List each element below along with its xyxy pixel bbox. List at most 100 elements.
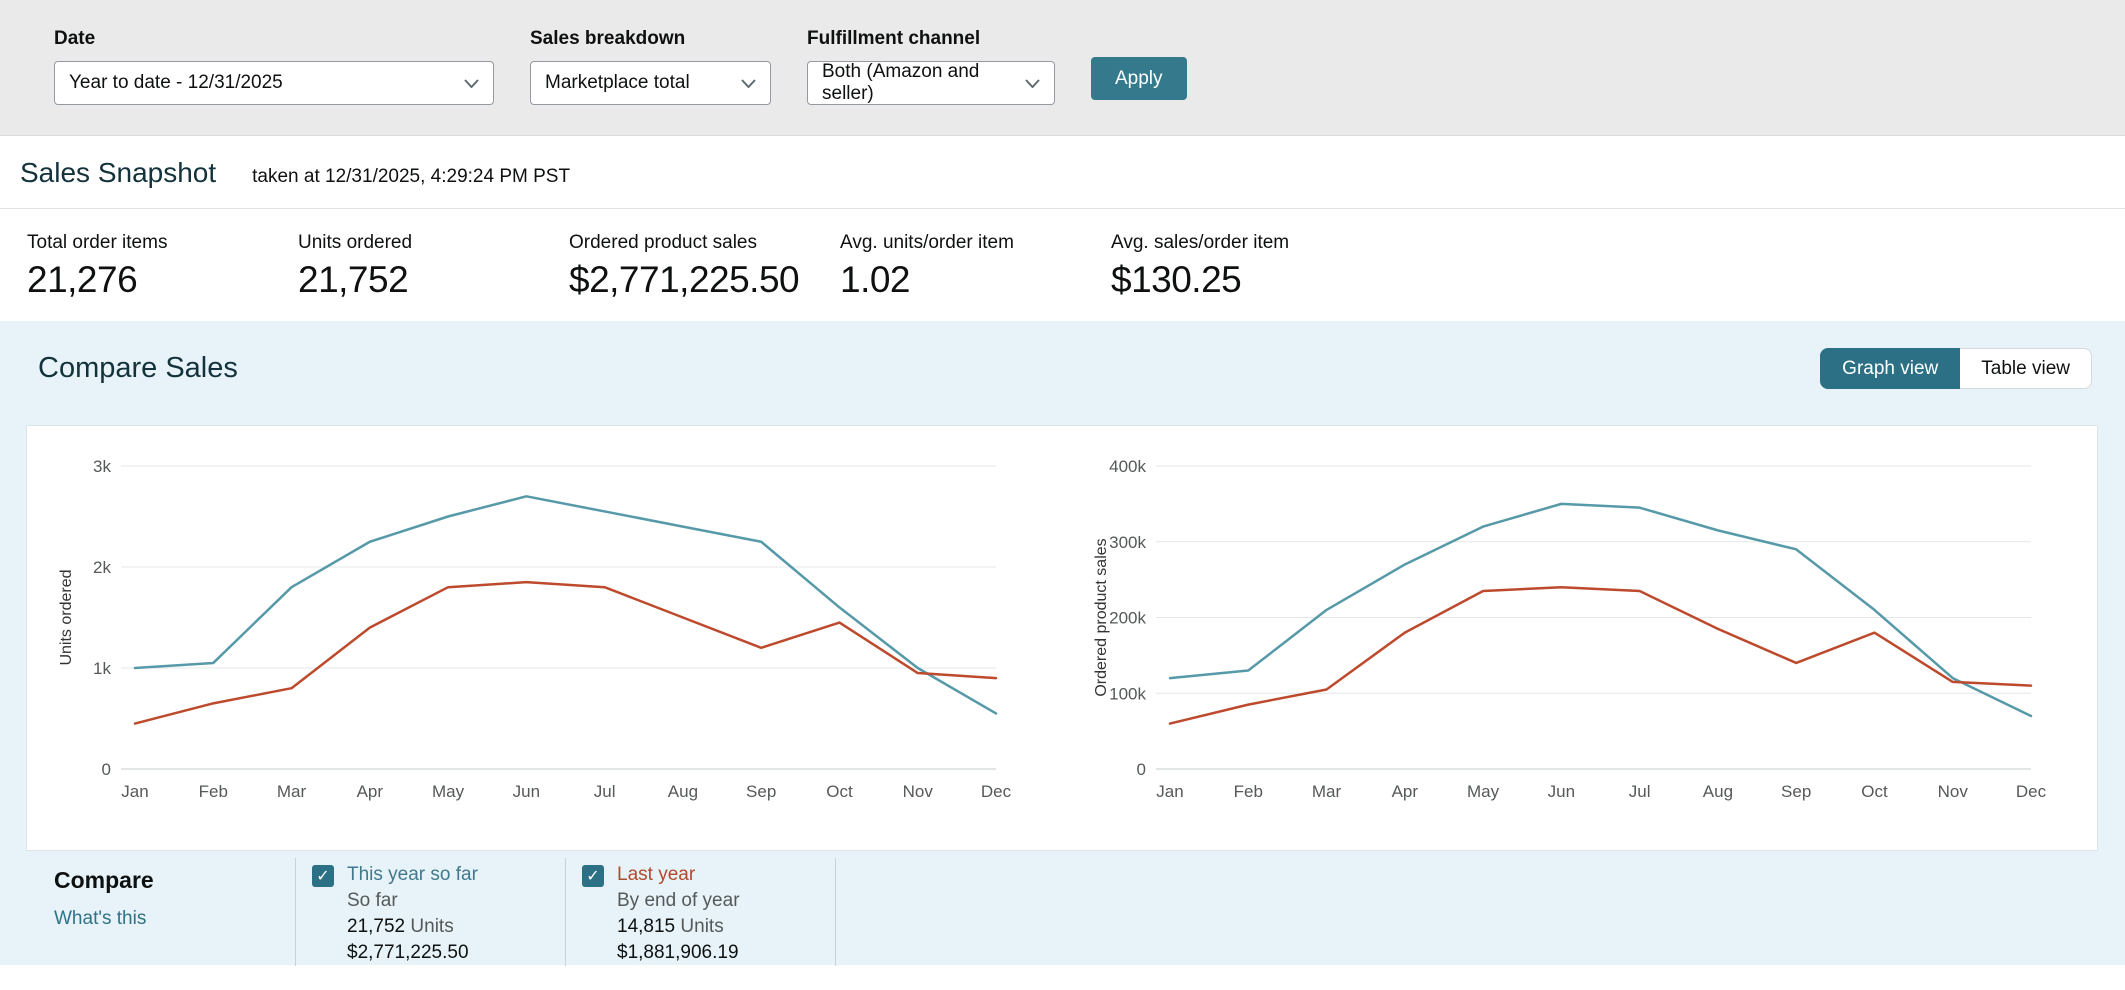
svg-text:Jan: Jan bbox=[121, 782, 148, 801]
snapshot-header: Sales Snapshot taken at 12/31/2025, 4:29… bbox=[0, 136, 2125, 209]
compare-sales-section: Compare Sales Graph view Table view 0 1k 2… bbox=[0, 321, 2125, 966]
metric-value: $2,771,225.50 bbox=[569, 259, 800, 300]
chevron-down-icon bbox=[741, 78, 756, 88]
ordered-product-sales-chart: 0 100k 200k 300k 400k Jan Feb Mar Apr May Jun Jul Au… bbox=[1093, 457, 2047, 801]
metric-label: Avg. units/order item bbox=[840, 232, 1014, 253]
metric-value: 21,276 bbox=[27, 259, 138, 300]
metric-label: Avg. sales/order item bbox=[1111, 232, 1290, 253]
date-filter-label: Date bbox=[54, 28, 96, 49]
svg-text:Mar: Mar bbox=[1312, 782, 1342, 801]
this-year-legend-text: This year so far So far 21,752 Units $2,… bbox=[347, 862, 478, 966]
sales-breakdown-select-value: Marketplace total bbox=[545, 72, 690, 93]
series-name: This year so far bbox=[347, 864, 478, 885]
metric-value: 1.02 bbox=[840, 259, 911, 300]
svg-text:Units ordered: Units ordered bbox=[58, 569, 75, 665]
svg-text:Nov: Nov bbox=[903, 782, 934, 801]
compare-title: Compare bbox=[54, 867, 154, 893]
svg-text:Ordered product sales: Ordered product sales bbox=[1093, 538, 1110, 696]
svg-text:2k: 2k bbox=[93, 558, 111, 577]
last-year-legend-text: Last year By end of year 14,815 Units $1… bbox=[617, 862, 740, 966]
view-toggle: Graph view Table view bbox=[1820, 348, 2092, 389]
metric-avg-units-per-order: Avg. units/order item 1.02 bbox=[840, 232, 1111, 321]
metric-label: Units ordered bbox=[298, 232, 413, 253]
svg-text:Jul: Jul bbox=[1629, 782, 1651, 801]
metric-avg-sales-per-order: Avg. sales/order item $130.25 bbox=[1111, 232, 1382, 321]
fulfillment-channel-label: Fulfillment channel bbox=[807, 28, 981, 49]
graph-view-button[interactable]: Graph view bbox=[1820, 348, 1961, 389]
svg-text:400k: 400k bbox=[1109, 457, 1146, 476]
svg-text:Nov: Nov bbox=[1938, 782, 1969, 801]
series-name: Last year bbox=[617, 864, 696, 885]
svg-text:Feb: Feb bbox=[1234, 782, 1263, 801]
metric-total-order-items: Total order items 21,276 bbox=[27, 232, 298, 321]
charts-panel: 0 1k 2k 3k Jan Feb Mar Apr May Jun Jul Aug Sep Oct Nov… bbox=[26, 425, 2098, 851]
whats-this-link[interactable]: What's this bbox=[54, 908, 146, 930]
svg-text:Aug: Aug bbox=[1703, 782, 1733, 801]
last-year-checkbox[interactable]: ✓ bbox=[582, 865, 604, 887]
chevron-down-icon bbox=[464, 78, 479, 88]
series-subtitle: So far bbox=[347, 890, 398, 911]
series-units: 14,815 Units bbox=[617, 916, 724, 937]
check-icon: ✓ bbox=[586, 868, 600, 885]
svg-text:Sep: Sep bbox=[1781, 782, 1811, 801]
svg-text:Apr: Apr bbox=[357, 782, 384, 801]
sales-breakdown-label: Sales breakdown bbox=[530, 28, 686, 49]
fulfillment-channel-select[interactable]: Both (Amazon and seller) bbox=[807, 61, 1055, 105]
sales-breakdown-select[interactable]: Marketplace total bbox=[530, 61, 771, 105]
series-subtitle: By end of year bbox=[617, 890, 740, 911]
series-sales: $2,771,225.50 bbox=[347, 942, 469, 963]
svg-text:1k: 1k bbox=[93, 659, 111, 678]
sales-breakdown-filter-group: Sales breakdown Marketplace total bbox=[530, 28, 771, 105]
fulfillment-channel-filter-group: Fulfillment channel Both (Amazon and sel… bbox=[807, 28, 1055, 105]
compare-sales-title: Compare Sales bbox=[38, 352, 238, 384]
svg-text:0: 0 bbox=[1137, 760, 1146, 779]
series-sales: $1,881,906.19 bbox=[617, 942, 739, 963]
snapshot-timestamp: taken at 12/31/2025, 4:29:24 PM PST bbox=[252, 166, 571, 187]
metric-label: Ordered product sales bbox=[569, 232, 757, 253]
metric-ordered-product-sales: Ordered product sales $2,771,225.50 bbox=[569, 232, 840, 321]
svg-text:Apr: Apr bbox=[1392, 782, 1419, 801]
svg-text:Dec: Dec bbox=[2016, 782, 2047, 801]
compare-sales-header: Compare Sales Graph view Table view bbox=[0, 348, 2125, 389]
svg-text:Mar: Mar bbox=[277, 782, 307, 801]
svg-text:Aug: Aug bbox=[668, 782, 698, 801]
compare-legend: Compare What's this ✓ This year so far S… bbox=[0, 858, 2125, 966]
svg-text:Dec: Dec bbox=[981, 782, 1012, 801]
table-view-button[interactable]: Table view bbox=[1960, 348, 2092, 389]
date-filter-group: Date Year to date - 12/31/2025 bbox=[54, 28, 494, 105]
date-select[interactable]: Year to date - 12/31/2025 bbox=[54, 61, 494, 105]
date-select-value: Year to date - 12/31/2025 bbox=[69, 72, 283, 93]
metrics-row: Total order items 21,276 Units ordered 2… bbox=[0, 209, 2125, 321]
svg-text:May: May bbox=[1467, 782, 1500, 801]
this-year-legend-item: ✓ This year so far So far 21,752 Units $… bbox=[295, 858, 565, 966]
sales-dashboard-page: Date Year to date - 12/31/2025 Sales bre… bbox=[0, 0, 2125, 966]
svg-text:Jul: Jul bbox=[594, 782, 616, 801]
svg-text:3k: 3k bbox=[93, 457, 111, 476]
svg-text:Oct: Oct bbox=[826, 782, 853, 801]
svg-text:Feb: Feb bbox=[199, 782, 228, 801]
svg-text:300k: 300k bbox=[1109, 533, 1146, 552]
filter-bar: Date Year to date - 12/31/2025 Sales bre… bbox=[0, 0, 2125, 136]
chevron-down-icon bbox=[1025, 78, 1040, 88]
last-year-legend-item: ✓ Last year By end of year 14,815 Units … bbox=[565, 858, 835, 966]
metric-label: Total order items bbox=[27, 232, 168, 253]
metric-units-ordered: Units ordered 21,752 bbox=[298, 232, 569, 321]
check-icon: ✓ bbox=[316, 868, 330, 885]
apply-button[interactable]: Apply bbox=[1091, 57, 1187, 100]
svg-text:Sep: Sep bbox=[746, 782, 776, 801]
svg-text:Jun: Jun bbox=[1548, 782, 1575, 801]
metric-value: 21,752 bbox=[298, 259, 409, 300]
legend-divider bbox=[835, 858, 836, 966]
svg-text:May: May bbox=[432, 782, 465, 801]
metric-value: $130.25 bbox=[1111, 259, 1242, 300]
svg-text:100k: 100k bbox=[1109, 684, 1146, 703]
svg-text:Jun: Jun bbox=[513, 782, 540, 801]
svg-text:0: 0 bbox=[102, 760, 111, 779]
units-ordered-chart: 0 1k 2k 3k Jan Feb Mar Apr May Jun Jul Aug Sep Oct Nov… bbox=[58, 457, 1012, 801]
svg-text:Jan: Jan bbox=[1156, 782, 1183, 801]
svg-text:200k: 200k bbox=[1109, 609, 1146, 628]
svg-text:Oct: Oct bbox=[1861, 782, 1888, 801]
this-year-checkbox[interactable]: ✓ bbox=[312, 865, 334, 887]
sales-snapshot-title: Sales Snapshot bbox=[20, 157, 217, 188]
compare-legend-head: Compare What's this bbox=[54, 858, 295, 966]
